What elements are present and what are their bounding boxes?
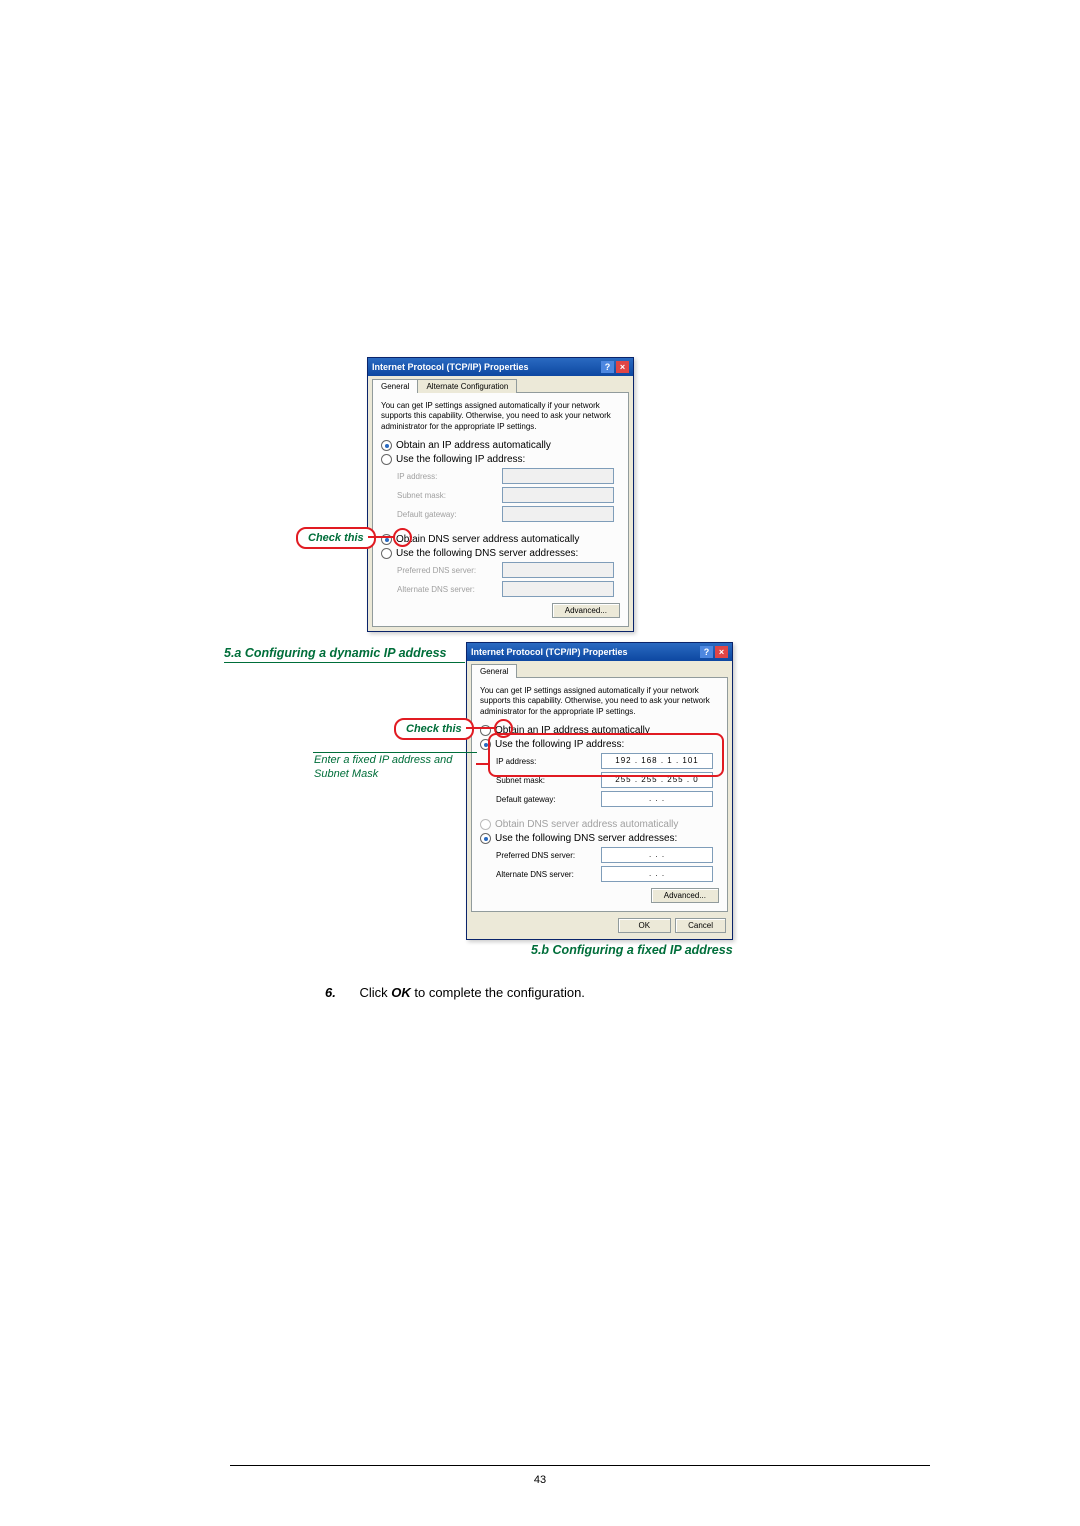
alternate-dns-input <box>502 581 614 597</box>
dialog-title: Internet Protocol (TCP/IP) Properties <box>372 362 529 372</box>
highlight-fixed-ip-fields <box>488 733 724 777</box>
tab-alternate[interactable]: Alternate Configuration <box>417 379 517 393</box>
callout-connector <box>368 536 395 538</box>
gateway-input <box>502 506 614 522</box>
figure-caption-5b: 5.b Configuring a fixed IP address <box>531 943 733 957</box>
annotation-underline <box>313 752 477 753</box>
preferred-dns-label: Preferred DNS server: <box>496 851 601 860</box>
radio-label: Obtain DNS server address automatically <box>396 534 579 545</box>
alternate-dns-label: Alternate DNS server: <box>397 585 502 594</box>
annotation-enter-fixed-ip: Enter a fixed IP address and Subnet Mask <box>314 753 474 782</box>
step-ok-keyword: OK <box>391 985 411 1000</box>
tab-general[interactable]: General <box>471 664 517 678</box>
subnet-label: Subnet mask: <box>496 776 601 785</box>
callout-check-this-1: Check this <box>296 527 376 549</box>
preferred-dns-input[interactable]: . . . <box>601 847 713 863</box>
radio-manual-ip[interactable]: Use the following IP address: <box>381 454 620 465</box>
document-page: Internet Protocol (TCP/IP) Properties ? … <box>0 0 1080 1526</box>
radio-auto-dns: Obtain DNS server address automatically <box>480 819 719 830</box>
advanced-button[interactable]: Advanced... <box>552 603 620 618</box>
radio-auto-ip[interactable]: Obtain an IP address automatically <box>381 440 620 451</box>
callout-target-circle <box>393 528 412 547</box>
alternate-dns-input[interactable]: . . . <box>601 866 713 882</box>
tcpip-dialog-fixed: Internet Protocol (TCP/IP) Properties ? … <box>466 642 733 940</box>
preferred-dns-label: Preferred DNS server: <box>397 566 502 575</box>
callout-check-this-2: Check this <box>394 718 474 740</box>
gateway-label: Default gateway: <box>397 510 502 519</box>
dialog-title: Internet Protocol (TCP/IP) Properties <box>471 647 628 657</box>
subnet-input <box>502 487 614 503</box>
gateway-input[interactable]: . . . <box>601 791 713 807</box>
help-icon[interactable]: ? <box>601 361 614 373</box>
step-text-before: Click <box>359 985 391 1000</box>
radio-auto-dns[interactable]: Obtain DNS server address automatically <box>381 534 620 545</box>
title-bar: Internet Protocol (TCP/IP) Properties ? … <box>368 358 633 376</box>
radio-label: Use the following DNS server addresses: <box>396 548 578 559</box>
tab-general[interactable]: General <box>372 379 418 393</box>
alternate-dns-label: Alternate DNS server: <box>496 870 601 879</box>
footer-rule <box>230 1465 930 1466</box>
radio-label: Obtain an IP address automatically <box>396 440 551 451</box>
description-text: You can get IP settings assigned automat… <box>480 686 719 717</box>
radio-manual-dns[interactable]: Use the following DNS server addresses: <box>381 548 620 559</box>
radio-label: Use the following DNS server addresses: <box>495 833 677 844</box>
advanced-button[interactable]: Advanced... <box>651 888 719 903</box>
gateway-label: Default gateway: <box>496 795 601 804</box>
radio-icon <box>381 454 392 465</box>
radio-icon <box>480 833 491 844</box>
callout-connector <box>466 727 496 729</box>
figure-caption-5a: 5.a Configuring a dynamic IP address <box>224 646 447 660</box>
step-number: 6. <box>325 985 336 1000</box>
step-6-text: 6. Click OK to complete the configuratio… <box>325 985 585 1000</box>
ip-address-label: IP address: <box>397 472 502 481</box>
window-buttons: ? × <box>601 361 629 373</box>
radio-label: Obtain DNS server address automatically <box>495 819 678 830</box>
radio-icon <box>381 548 392 559</box>
radio-icon <box>381 440 392 451</box>
subnet-label: Subnet mask: <box>397 491 502 500</box>
help-icon[interactable]: ? <box>700 646 713 658</box>
title-bar: Internet Protocol (TCP/IP) Properties ? … <box>467 643 732 661</box>
close-icon[interactable]: × <box>715 646 728 658</box>
tcpip-dialog-dynamic: Internet Protocol (TCP/IP) Properties ? … <box>367 357 634 632</box>
close-icon[interactable]: × <box>616 361 629 373</box>
ip-address-input <box>502 468 614 484</box>
window-buttons: ? × <box>700 646 728 658</box>
tab-panel: You can get IP settings assigned automat… <box>372 392 629 627</box>
tab-strip: General <box>467 661 732 678</box>
radio-manual-dns[interactable]: Use the following DNS server addresses: <box>480 833 719 844</box>
radio-label: Use the following IP address: <box>396 454 525 465</box>
step-text-after: to complete the configuration. <box>411 985 585 1000</box>
description-text: You can get IP settings assigned automat… <box>381 401 620 432</box>
radio-icon <box>480 819 491 830</box>
tab-strip: General Alternate Configuration <box>368 376 633 393</box>
callout-connector <box>476 763 488 765</box>
cancel-button[interactable]: Cancel <box>675 918 726 933</box>
preferred-dns-input <box>502 562 614 578</box>
tab-panel: You can get IP settings assigned automat… <box>471 677 728 912</box>
ok-button[interactable]: OK <box>618 918 672 933</box>
caption-underline <box>224 662 465 663</box>
page-number: 43 <box>0 1474 1080 1486</box>
